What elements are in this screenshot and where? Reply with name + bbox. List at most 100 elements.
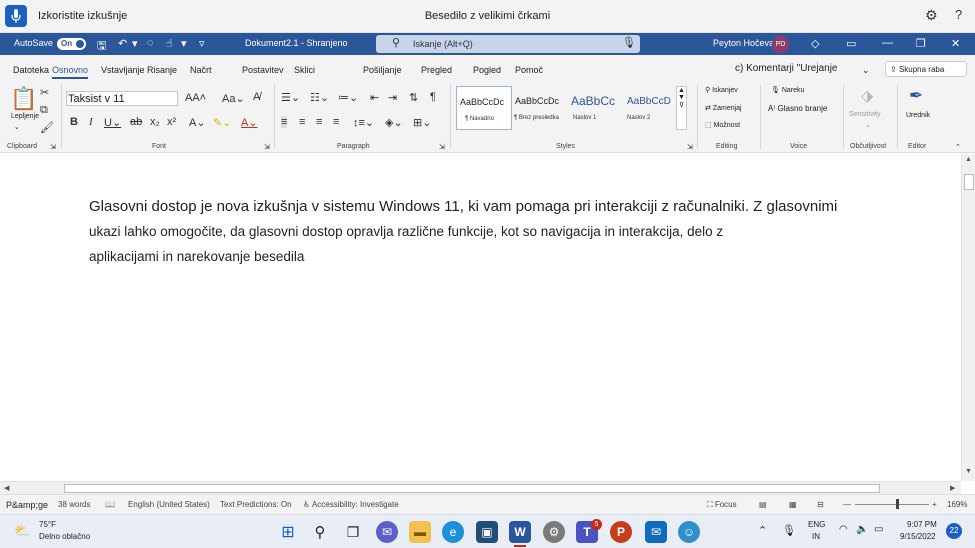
justify-icon[interactable]: ≡ [333, 116, 339, 128]
strikethrough-icon[interactable]: ab [130, 116, 142, 128]
web-layout-icon[interactable]: ⊟ [817, 500, 824, 509]
shading-icon[interactable]: ◈⌄ [385, 116, 403, 129]
select-button[interactable]: ⬚ Možnost [705, 121, 740, 129]
undo-dropdown-icon[interactable]: ▾ [132, 37, 138, 50]
document-canvas[interactable]: Glasovni dostop je nova izkušnja v siste… [0, 154, 961, 481]
voice-access-mic-button[interactable] [5, 5, 27, 27]
italic-icon[interactable]: I [89, 116, 93, 128]
wifi-icon[interactable]: ◠ [839, 524, 848, 535]
sensitivity-icon[interactable]: ⬗ [861, 86, 873, 106]
print-layout-icon[interactable]: ▦ [789, 500, 797, 509]
minimize-icon[interactable]: — [882, 37, 893, 49]
vertical-scrollbar[interactable]: ▲ ▼ [961, 154, 975, 481]
save-icon[interactable]: 🖫 [97, 37, 106, 56]
word-icon[interactable]: W [509, 521, 531, 543]
document-body[interactable]: Glasovni dostop je nova izkušnja v siste… [89, 194, 951, 269]
collapse-ribbon-icon[interactable]: ⌃ [955, 143, 961, 151]
underline-icon[interactable]: U⌄ [104, 116, 121, 129]
chevron-up-icon[interactable]: ⌃ [758, 524, 767, 537]
style-heading-2[interactable]: AaBbCcD Naslov 2 [624, 86, 674, 130]
scroll-down-icon[interactable]: ▼ [965, 468, 972, 475]
accessibility-status[interactable]: ♿ Accessibility: Investigate [303, 500, 399, 509]
zoom-out-icon[interactable]: — [843, 500, 851, 509]
dictate-button[interactable]: 🎙 Nareku [771, 86, 804, 94]
people-icon[interactable]: ☺ [678, 521, 700, 543]
tab-help[interactable]: Pomoč [515, 65, 543, 75]
tab-mailings[interactable]: Pošiljanje [363, 65, 402, 75]
tab-file[interactable]: Datoteka [13, 65, 49, 75]
style-normal[interactable]: AaBbCcDc ¶ Navadno [456, 86, 512, 130]
edge-icon[interactable]: e [442, 521, 464, 543]
scroll-right-icon[interactable]: ▶ [950, 484, 955, 492]
line-spacing-icon[interactable]: ↕≡⌄ [353, 116, 374, 129]
zoom-slider-handle[interactable] [896, 499, 899, 509]
proofing-icon[interactable]: 📖 [105, 500, 115, 509]
more-styles-icon[interactable]: ⊽ [679, 102, 684, 109]
comments-editing-button[interactable]: c) Komentarji "Urejanje [735, 63, 837, 74]
font-name-box[interactable]: Taksist v 11 [66, 91, 178, 106]
tab-insert[interactable]: Vstavljanje [101, 65, 145, 75]
touch-mode-icon[interactable]: ☝ [166, 37, 173, 50]
sensitivity-dropdown-icon[interactable]: ⌄ [865, 121, 871, 129]
horizontal-scroll-thumb[interactable] [64, 484, 880, 493]
input-language-top[interactable]: ENG [808, 520, 825, 529]
tab-home[interactable]: Osnovno [52, 65, 89, 79]
scroll-left-icon[interactable]: ◀ [4, 484, 9, 492]
format-painter-icon[interactable]: 🖌 [40, 121, 54, 134]
word-count[interactable]: 38 words [58, 500, 90, 509]
read-mode-icon[interactable]: ▤ [759, 500, 767, 509]
tab-references[interactable]: Sklici [294, 65, 315, 75]
clipboard-launcher-icon[interactable]: ⇲ [50, 143, 56, 151]
tab-layout[interactable]: Postavitev [242, 65, 284, 75]
zoom-slider-track[interactable] [855, 504, 929, 505]
page-indicator[interactable]: P&amp;ge [6, 500, 48, 510]
style-no-spacing[interactable]: AaBbCcDc ¶ Brez presledka [512, 86, 568, 130]
bullets-icon[interactable]: ☰⌄ [281, 91, 300, 104]
battery-icon[interactable]: ▭ [874, 524, 883, 535]
notification-count-badge[interactable]: 22 [946, 523, 962, 539]
zoom-in-icon[interactable]: + [932, 500, 937, 509]
microphone-icon[interactable]: 🎙 [782, 524, 796, 537]
ribbon-display-icon[interactable]: ▭ [846, 37, 856, 50]
redo-icon[interactable]: ◌ [147, 37, 154, 49]
clear-formatting-icon[interactable]: A̸ [253, 91, 260, 103]
zoom-level[interactable]: 169% [947, 500, 967, 509]
font-launcher-icon[interactable]: ⇲ [264, 143, 270, 151]
pilcrow-icon[interactable]: ¶ [430, 91, 436, 103]
weather-temp[interactable]: 75°F [39, 520, 56, 529]
weather-icon[interactable]: ⛅ [14, 523, 30, 539]
chat-icon[interactable]: ✉ [376, 521, 398, 543]
change-case-icon[interactable]: Aa⌄ [222, 92, 245, 105]
tab-view[interactable]: Pogled [473, 65, 501, 75]
decrease-indent-icon[interactable]: ⇤ [370, 91, 379, 104]
store-icon[interactable]: ▣ [476, 521, 498, 543]
chevron-up-icon[interactable]: ▲ [678, 87, 685, 94]
gear-icon[interactable]: ⚙ [925, 7, 938, 24]
restore-icon[interactable]: ❐ [916, 37, 926, 50]
paragraph-launcher-icon[interactable]: ⇲ [439, 143, 445, 151]
superscript-icon[interactable]: x² [167, 116, 176, 128]
styles-gallery-scroll[interactable]: ▲ ▼ ⊽ [676, 86, 687, 130]
numbering-icon[interactable]: ☷⌄ [310, 91, 329, 104]
microphone-icon[interactable]: 🎙 [622, 36, 636, 49]
paste-dropdown-icon[interactable]: ⌄ [14, 123, 20, 131]
share-button[interactable]: ⇪ Skupna raba [885, 61, 967, 77]
increase-indent-icon[interactable]: ⇥ [388, 91, 397, 104]
search-box[interactable]: ⚲ Iskanje (Alt+Q) 🎙 [376, 35, 640, 53]
cut-icon[interactable]: ✂ [40, 86, 49, 99]
tab-design[interactable]: Načrt [190, 65, 212, 75]
tab-draw[interactable]: Risanje [147, 65, 177, 75]
clock-date[interactable]: 9/15/2022 [900, 532, 936, 541]
find-button[interactable]: ⚲ Iskanjev [705, 86, 738, 94]
replace-button[interactable]: ⇄ Zamenjaj [705, 104, 742, 112]
highlight-icon[interactable]: ✎⌄ [213, 116, 231, 129]
sort-icon[interactable]: ⇅ [409, 91, 418, 104]
subscript-icon[interactable]: x₂ [150, 116, 160, 128]
grow-font-icon[interactable]: AA˄ [185, 92, 206, 104]
windows-start-icon[interactable]: ⊞ [277, 521, 299, 543]
customize-toolbar-icon[interactable]: ▿ [199, 37, 205, 50]
avatar[interactable]: PD [772, 36, 789, 53]
text-effects-icon[interactable]: A⌄ [189, 116, 206, 129]
font-color-icon[interactable]: A⌄ [241, 116, 258, 129]
multilevel-list-icon[interactable]: ≔⌄ [338, 91, 358, 104]
